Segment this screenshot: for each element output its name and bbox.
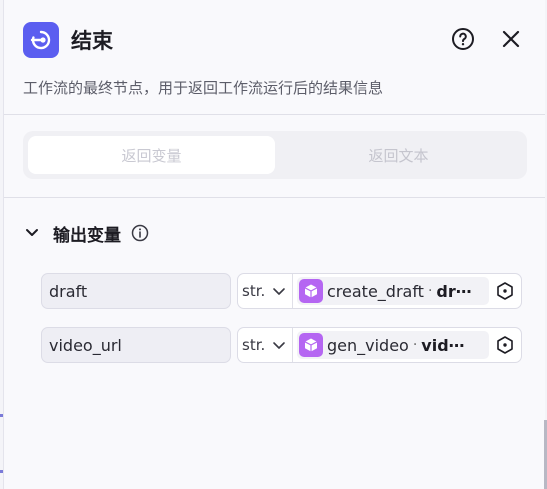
reference-node-name: gen_video [327, 335, 409, 355]
cube-icon [299, 279, 323, 303]
output-variable-row: video_url str. gen_video · vid⋯ [41, 327, 522, 363]
reference-field-name: vid⋯ [421, 335, 465, 355]
reference-tag[interactable]: create_draft · dr⋯ [297, 277, 489, 305]
output-variable-row: draft str. create_draft · dr⋯ [41, 273, 522, 309]
reference-field-name: dr⋯ [436, 281, 472, 301]
variable-name-input[interactable]: draft [41, 273, 231, 309]
variable-type-select[interactable]: str. [238, 274, 293, 308]
panel-header: 结束 [23, 22, 525, 62]
canvas-edge-mark [0, 414, 3, 417]
node-description: 工作流的最终节点，用于返回工作流运行后的结果信息 [23, 79, 384, 97]
canvas-edge-mark [0, 470, 3, 473]
close-icon[interactable] [497, 25, 525, 53]
reference-separator: · [427, 283, 433, 299]
return-mode-tabs: 返回变量 返回文本 [23, 131, 527, 179]
variable-type-value: str. [242, 282, 266, 300]
variable-reference-field: str. gen_video · vid⋯ [237, 327, 522, 363]
tabs-divider [4, 197, 545, 198]
panel-title: 结束 [71, 29, 113, 53]
variable-type-select[interactable]: str. [238, 328, 293, 362]
help-icon[interactable] [449, 25, 477, 53]
reference-separator: · [412, 337, 418, 353]
output-variables-header: 输出变量 [23, 220, 149, 246]
chevron-down-icon [272, 337, 286, 356]
header-divider [4, 114, 545, 115]
end-node-panel: 结束 工作流的最终节点，用于返回工作流运行后的结果信息 返回变量 返回文本 输出… [3, 0, 545, 489]
variable-type-value: str. [242, 336, 266, 354]
variable-hexagon-icon[interactable] [495, 335, 515, 355]
variable-reference-field: str. create_draft · dr⋯ [237, 273, 522, 309]
tab-return-text[interactable]: 返回文本 [275, 136, 522, 174]
chevron-down-icon [272, 283, 286, 302]
cube-icon [299, 333, 323, 357]
reference-tag[interactable]: gen_video · vid⋯ [297, 331, 489, 359]
reference-node-name: create_draft [327, 281, 424, 301]
info-icon[interactable] [131, 224, 149, 242]
section-title: 输出变量 [53, 225, 121, 246]
collapse-chevron-icon[interactable] [23, 224, 41, 242]
end-node-icon [23, 22, 59, 58]
variable-name-input[interactable]: video_url [41, 327, 231, 363]
variable-hexagon-icon[interactable] [495, 281, 515, 301]
tab-return-variables[interactable]: 返回变量 [28, 136, 275, 174]
